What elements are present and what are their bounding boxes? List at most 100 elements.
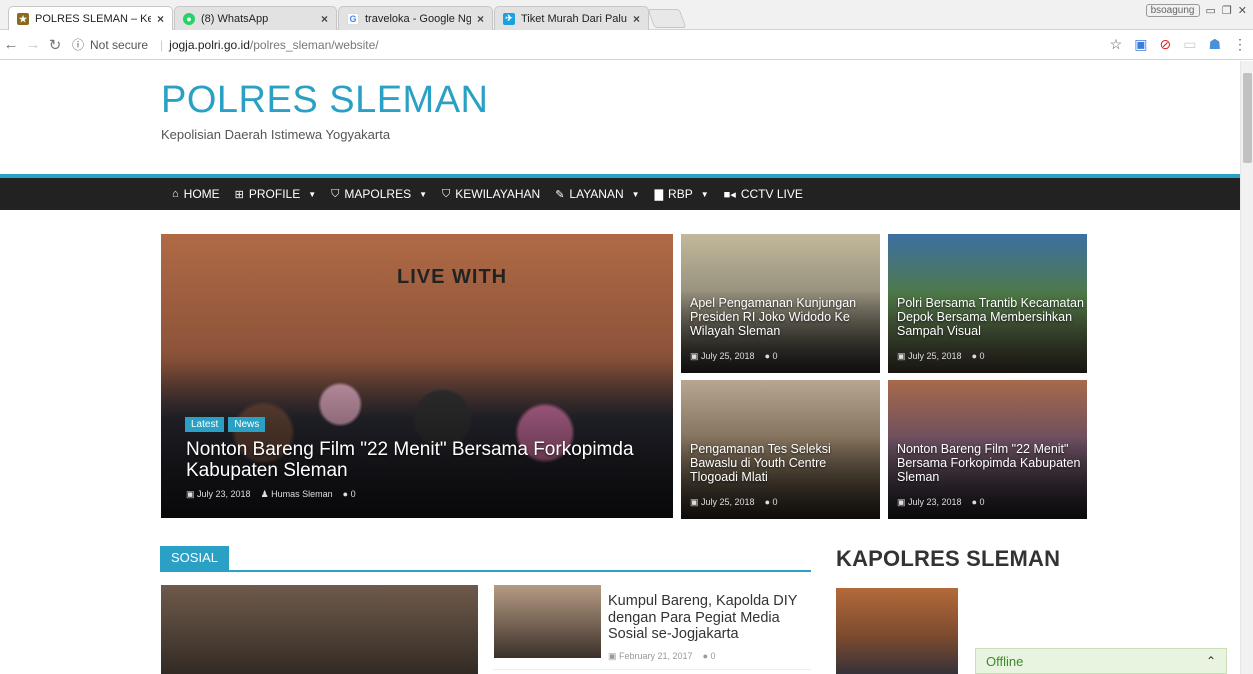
calendar-icon: ▣	[690, 351, 702, 361]
browser-tab-bar: ★ POLRES SLEMAN – Kepol × ● (8) WhatsApp…	[0, 0, 1253, 31]
browser-tab-google[interactable]: G traveloka - Google Nggo ×	[338, 6, 493, 30]
calendar-icon: ▣	[897, 497, 909, 507]
post-meta: ▣ February 21, 2017 ● 0	[608, 651, 716, 662]
menu-dots-icon[interactable]: ⋮	[1233, 36, 1247, 53]
caret-down-icon: ▼	[419, 189, 428, 199]
sitemap-icon: ⊞	[234, 188, 244, 201]
nav-layanan[interactable]: ✎ LAYANAN ▼	[555, 187, 639, 201]
close-window-icon[interactable]: ✕	[1238, 4, 1247, 17]
police-badge-icon: ★	[17, 13, 29, 25]
post-date: July 25, 2018	[701, 351, 755, 361]
extension-icon[interactable]: ▭	[1183, 36, 1196, 53]
caret-down-icon: ▼	[308, 189, 317, 199]
close-icon[interactable]: ×	[321, 12, 328, 26]
list-item[interactable]: Kumpul Bareng, Kapolda DIY dengan Para P…	[493, 585, 811, 670]
card-meta: ▣ July 25, 2018 ● 0	[897, 351, 985, 362]
featured-main-card[interactable]: LIVE WITH Latest News Nonton Bareng Film …	[161, 234, 673, 518]
section-label[interactable]: SOSIAL	[160, 546, 229, 570]
address-bar: ← → ↻ ⓘ Not secure | jogja.polri.go.id /…	[0, 30, 1253, 60]
card-title[interactable]: Apel Pengamanan Kunjungan Presiden RI Jo…	[690, 296, 875, 338]
translate-icon[interactable]: ▣	[1134, 36, 1147, 53]
chat-widget[interactable]: Offline ⌃	[975, 648, 1227, 674]
browser-tab-whatsapp[interactable]: ● (8) WhatsApp ×	[174, 6, 337, 30]
minimize-icon[interactable]: ▭	[1206, 4, 1216, 17]
extension-toolbar: ☆ ▣ ⊘ ▭ ☗ ⋮	[1110, 36, 1247, 53]
bookmark-star-icon[interactable]: ☆	[1110, 36, 1123, 53]
comment-count: 0	[772, 497, 778, 507]
featured-card[interactable]: Pengamanan Tes Seleksi Bawaslu di Youth …	[681, 380, 880, 519]
url-host: jogja.polri.go.id	[169, 37, 250, 52]
site-title[interactable]: POLRES SLEMAN	[161, 79, 489, 122]
close-icon[interactable]: ×	[633, 12, 640, 26]
adblock-icon[interactable]: ⊘	[1159, 36, 1171, 53]
user-icon: ♟	[260, 489, 272, 499]
post-date: July 25, 2018	[908, 351, 962, 361]
featured-card[interactable]: Apel Pengamanan Kunjungan Presiden RI Jo…	[681, 234, 880, 373]
nav-mapolres[interactable]: ⛉ MAPOLRES ▼	[331, 187, 427, 201]
nav-profile[interactable]: ⊞ PROFILE ▼	[235, 187, 317, 201]
featured-main-meta: ▣ July 23, 2018 ♟ Humas Sleman ● 0	[186, 489, 356, 500]
post-thumbnail-large[interactable]	[161, 585, 478, 674]
post-title[interactable]: Kumpul Bareng, Kapolda DIY dengan Para P…	[608, 593, 808, 643]
comment-icon: ●	[342, 489, 351, 499]
comment-count: 0	[772, 351, 778, 361]
comment-icon: ●	[971, 497, 980, 507]
browser-tab-traveloka[interactable]: ✈ Tiket Murah Dari Palu ke ×	[494, 6, 649, 30]
forward-arrow-icon[interactable]: →	[22, 36, 44, 53]
nav-label: PROFILE	[248, 187, 301, 201]
user-profile-button[interactable]: bsoagung	[1145, 4, 1200, 17]
card-title[interactable]: Polri Bersama Trantib Kecamatan Depok Be…	[897, 296, 1085, 338]
calendar-icon: ▣	[186, 489, 198, 499]
divider: |	[160, 37, 164, 52]
shield-icon: ⛉	[442, 187, 451, 200]
profile-extension-icon[interactable]: ☗	[1208, 36, 1221, 53]
comment-count: 0	[350, 489, 356, 499]
badge-news[interactable]: News	[228, 417, 266, 432]
scrollbar-thumb[interactable]	[1243, 73, 1252, 163]
whatsapp-icon: ●	[183, 12, 195, 25]
featured-main-title[interactable]: Nonton Bareng Film "22 Menit" Bersama Fo…	[186, 439, 656, 482]
close-icon[interactable]: ×	[157, 12, 164, 26]
security-label: Not secure	[90, 37, 149, 52]
browser-tab-polres[interactable]: ★ POLRES SLEMAN – Kepol ×	[8, 6, 173, 31]
date-info: ▣ July 23, 2018	[186, 489, 251, 500]
nav-label: KEWILAYAHAN	[455, 187, 541, 201]
restore-icon[interactable]: ❐	[1222, 4, 1232, 17]
back-arrow-icon[interactable]: ←	[0, 36, 22, 53]
card-meta: ▣ July 25, 2018 ● 0	[690, 351, 778, 362]
tab-title: traveloka - Google Nggo	[365, 12, 471, 25]
google-icon: G	[347, 12, 359, 25]
page-scrollbar[interactable]	[1240, 61, 1253, 674]
nav-label: CCTV LIVE	[740, 187, 803, 201]
url-field[interactable]: ⓘ Not secure | jogja.polri.go.id /polres…	[72, 36, 379, 53]
featured-card[interactable]: Polri Bersama Trantib Kecamatan Depok Be…	[888, 234, 1087, 373]
nav-kewilayahan[interactable]: ⛉ KEWILAYAHAN	[442, 187, 540, 201]
close-icon[interactable]: ×	[477, 12, 484, 26]
shield-icon: ⛉	[331, 187, 340, 200]
nav-home[interactable]: ⌂ HOME	[172, 187, 220, 201]
new-tab-button[interactable]	[647, 9, 687, 28]
reload-icon[interactable]: ↻	[44, 36, 66, 54]
calendar-icon: ▣	[690, 497, 702, 507]
chevron-up-icon[interactable]: ⌃	[1206, 654, 1216, 668]
home-icon: ⌂	[172, 188, 179, 200]
nav-rbp[interactable]: ▇ RBP ▼	[655, 187, 709, 201]
card-title[interactable]: Pengamanan Tes Seleksi Bawaslu di Youth …	[690, 442, 870, 484]
badge-latest[interactable]: Latest	[185, 417, 225, 432]
nav-label: MAPOLRES	[344, 187, 412, 201]
info-icon[interactable]: ⓘ	[72, 36, 84, 53]
video-icon: ■◂	[723, 188, 736, 201]
post-date: July 25, 2018	[701, 497, 755, 507]
comment-info: ● 0	[343, 489, 356, 500]
card-title[interactable]: Nonton Bareng Film "22 Menit" Bersama Fo…	[897, 442, 1085, 484]
caret-down-icon: ▼	[631, 189, 640, 199]
featured-card[interactable]: Nonton Bareng Film "22 Menit" Bersama Fo…	[888, 380, 1087, 519]
chat-status: Offline	[986, 653, 1024, 669]
card-meta: ▣ July 23, 2018 ● 0	[897, 497, 985, 508]
tab-title: Tiket Murah Dari Palu ke	[521, 12, 627, 25]
post-thumbnail[interactable]	[494, 585, 601, 658]
nav-cctv[interactable]: ■◂ CCTV LIVE	[724, 187, 803, 201]
comment-icon: ●	[764, 497, 773, 507]
comment-icon: ●	[971, 351, 980, 361]
tab-title: (8) WhatsApp	[201, 12, 269, 25]
